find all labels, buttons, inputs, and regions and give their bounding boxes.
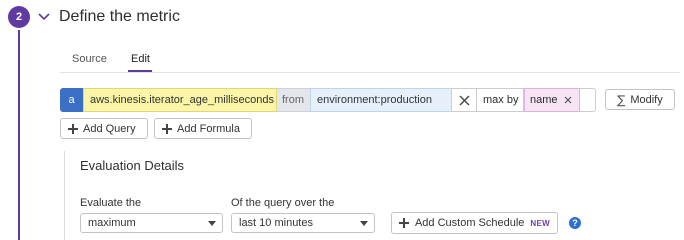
query-editor-row: a aws.kinesis.iterator_age_milliseconds …	[60, 88, 596, 112]
tabs-divider	[60, 72, 680, 73]
step-number-badge: 2	[8, 6, 30, 28]
evaluate-select[interactable]: maximum	[80, 213, 223, 233]
aggregation-select[interactable]: max by	[477, 88, 524, 112]
remove-group-by-button[interactable]	[564, 96, 572, 104]
plus-icon	[399, 218, 409, 228]
tab-edit[interactable]: Edit	[131, 52, 150, 66]
group-by-input[interactable]	[580, 88, 596, 112]
evaluation-title: Evaluation Details	[80, 158, 185, 173]
add-query-button[interactable]: Add Query	[60, 118, 148, 139]
modify-label: Modify	[630, 93, 663, 106]
evaluate-value: maximum	[88, 217, 136, 229]
add-formula-button[interactable]: Add Formula	[154, 118, 252, 139]
caret-down-icon	[208, 221, 216, 226]
window-label: Of the query over the	[231, 197, 335, 209]
group-by-tag[interactable]: name	[524, 88, 580, 112]
evaluate-label: Evaluate the	[80, 197, 142, 209]
custom-schedule-label: Add Custom Schedule	[414, 217, 525, 229]
add-query-label: Add Query	[83, 122, 136, 135]
metric-input[interactable]: aws.kinesis.iterator_age_milliseconds	[83, 88, 277, 112]
scope-input[interactable]: environment:production	[310, 88, 452, 112]
help-icon[interactable]: ?	[569, 217, 581, 229]
close-icon	[564, 96, 571, 104]
plus-icon	[68, 123, 78, 134]
add-formula-label: Add Formula	[177, 122, 240, 135]
section-title: Define the metric	[59, 8, 180, 25]
sigma-icon: ∑	[617, 92, 626, 107]
add-custom-schedule-button[interactable]: Add Custom Schedule NEW	[391, 212, 558, 234]
plus-icon	[162, 123, 172, 134]
window-value: last 10 minutes	[239, 217, 313, 229]
new-badge: NEW	[530, 218, 550, 228]
group-by-label: name	[530, 94, 558, 106]
caret-down-icon	[360, 221, 368, 226]
clear-scope-button[interactable]	[452, 88, 477, 112]
query-letter[interactable]: a	[60, 88, 83, 112]
window-select[interactable]: last 10 minutes	[231, 213, 375, 233]
step-progress-line	[18, 30, 20, 240]
close-icon	[459, 95, 469, 105]
from-label: from	[277, 88, 310, 112]
chevron-down-icon[interactable]	[37, 11, 51, 23]
tab-source[interactable]: Source	[72, 52, 107, 66]
modify-button[interactable]: ∑ Modify	[605, 89, 675, 110]
